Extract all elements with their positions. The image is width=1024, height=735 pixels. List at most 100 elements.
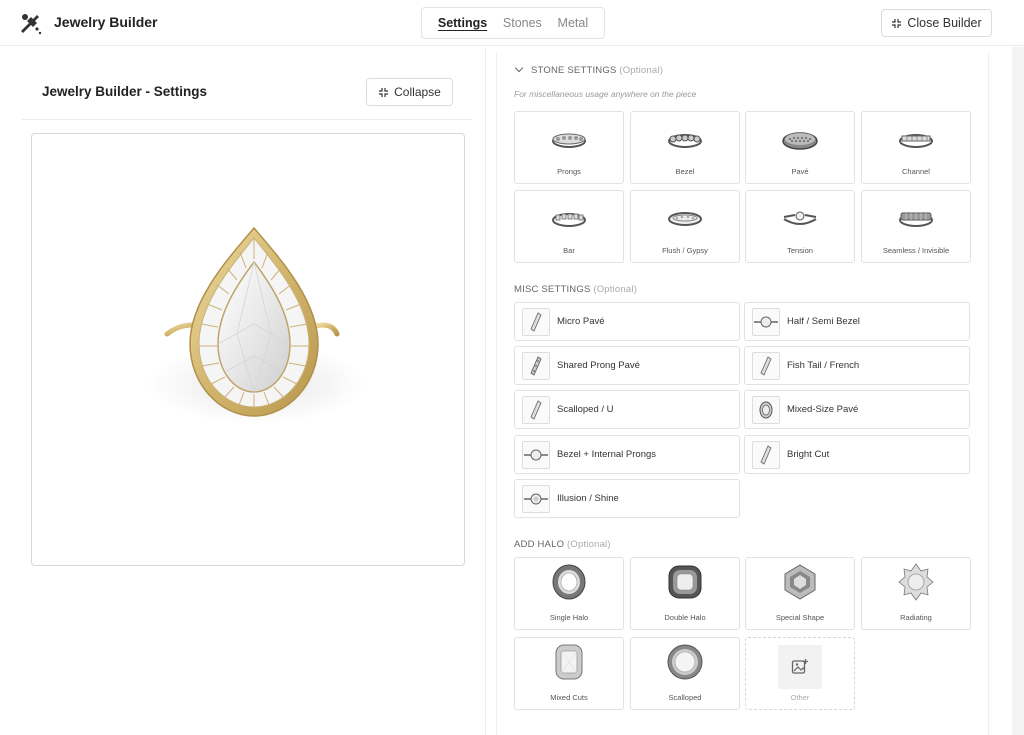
- misc-item-micro-pave[interactable]: Micro Pavé: [514, 302, 740, 341]
- tab-metal[interactable]: Metal: [558, 16, 589, 30]
- collapse-button[interactable]: Collapse: [366, 78, 453, 106]
- misc-item-label: Bright Cut: [787, 449, 830, 460]
- close-builder-label: Close Builder: [907, 16, 982, 30]
- stone-setting-bezel[interactable]: Bezel: [630, 111, 740, 184]
- halo-mixed-cuts-icon: [555, 644, 583, 680]
- misc-settings-header: MISC SETTINGS (Optional): [514, 284, 637, 295]
- misc-item-label: Illusion / Shine: [557, 493, 619, 504]
- halo-special-shape[interactable]: Special Shape: [745, 557, 855, 630]
- misc-item-bezel-internal-prongs[interactable]: Bezel + Internal Prongs: [514, 435, 740, 474]
- stone-setting-bar[interactable]: Bar: [514, 190, 624, 263]
- misc-settings-title: MISC SETTINGS: [514, 284, 591, 295]
- card-label: Tension: [787, 246, 813, 255]
- logo-icon: [17, 9, 45, 37]
- band-scalloped-icon: [530, 400, 542, 420]
- ring-channel-icon: [899, 134, 933, 148]
- halo-single[interactable]: Single Halo: [514, 557, 624, 630]
- stone-settings-header[interactable]: STONE SETTINGS (Optional): [514, 63, 664, 76]
- scrollbar[interactable]: [1012, 47, 1024, 735]
- misc-item-scalloped-u[interactable]: Scalloped / U: [514, 390, 740, 429]
- card-label: Flush / Gypsy: [662, 246, 708, 255]
- ring-bezel-icon: [754, 316, 778, 328]
- tab-settings[interactable]: Settings: [438, 16, 487, 30]
- stone-setting-seamless[interactable]: Seamless / Invisible: [861, 190, 971, 263]
- misc-item-illusion-shine[interactable]: Illusion / Shine: [514, 479, 740, 518]
- optional-label: (Optional): [593, 284, 638, 295]
- card-label: Single Halo: [549, 613, 589, 622]
- stone-setting-prongs[interactable]: Prongs: [514, 111, 624, 184]
- chevron-down-icon: [514, 63, 524, 73]
- misc-item-label: Mixed-Size Pavé: [787, 404, 859, 415]
- tab-stones[interactable]: Stones: [503, 16, 542, 30]
- halo-scalloped[interactable]: Scalloped: [630, 637, 740, 710]
- ring-bezel-icon: [524, 449, 548, 461]
- stone-settings-title: STONE SETTINGS: [531, 65, 617, 76]
- stone-setting-tension[interactable]: Tension: [745, 190, 855, 263]
- shrink-icon: [379, 87, 389, 97]
- halo-radiating-icon: [898, 563, 934, 601]
- ring-preview: [31, 133, 465, 566]
- add-image-icon: [791, 659, 808, 674]
- close-builder-button[interactable]: Close Builder: [881, 9, 992, 37]
- builder-tabs: Settings Stones Metal: [421, 7, 605, 39]
- band-brightcut-icon: [760, 445, 772, 465]
- card-label: Radiating: [900, 613, 932, 622]
- ring-tension-icon: [783, 211, 817, 225]
- ring-image: [147, 226, 367, 424]
- band-fishtail-icon: [760, 356, 772, 376]
- misc-item-bright-cut[interactable]: Bright Cut: [744, 435, 970, 474]
- stone-setting-flush-gypsy[interactable]: Flush / Gypsy: [630, 190, 740, 263]
- ring-flush-icon: [668, 212, 702, 226]
- misc-item-label: Bezel + Internal Prongs: [557, 449, 657, 460]
- halo-radiating[interactable]: Radiating: [861, 557, 971, 630]
- preview-panel: Jewelry Builder - Settings Collapse: [0, 47, 486, 735]
- card-label: Other: [790, 693, 810, 702]
- panel-title: Jewelry Builder - Settings: [42, 84, 208, 99]
- band-pave-icon: [530, 312, 542, 332]
- halo-mixed-icon: [759, 401, 773, 419]
- misc-item-label: Fish Tail / French: [787, 360, 860, 371]
- halo-scalloped-icon: [667, 644, 703, 680]
- misc-item-label: Shared Prong Pavé: [557, 360, 640, 371]
- card-label: Seamless / Invisible: [882, 246, 950, 255]
- card-label: Channel: [902, 167, 930, 176]
- misc-item-mixed-size-pave[interactable]: Mixed-Size Pavé: [744, 390, 970, 429]
- optional-label: (Optional): [619, 65, 664, 76]
- halo-single-icon: [552, 564, 586, 600]
- halo-hexagon-icon: [784, 564, 816, 600]
- halo-other[interactable]: Other: [745, 637, 855, 710]
- misc-item-label: Half / Semi Bezel: [787, 316, 860, 327]
- ring-bar-icon: [552, 213, 586, 227]
- card-label: Mixed Cuts: [550, 693, 588, 702]
- misc-item-label: Scalloped / U: [557, 404, 614, 415]
- card-label: Pavé: [791, 167, 809, 176]
- halo-mixed-cuts[interactable]: Mixed Cuts: [514, 637, 624, 710]
- ring-pave-icon: [782, 132, 818, 150]
- ring-prongs-icon: [552, 133, 586, 148]
- misc-item-shared-prong-pave[interactable]: Shared Prong Pavé: [514, 346, 740, 385]
- shrink-icon: [892, 18, 902, 28]
- app-title: Jewelry Builder: [54, 14, 158, 30]
- misc-item-fish-tail[interactable]: Fish Tail / French: [744, 346, 970, 385]
- card-label: Prongs: [557, 167, 581, 176]
- ring-illusion-icon: [524, 493, 548, 505]
- top-bar: Jewelry Builder Settings Stones Metal Cl…: [0, 0, 1024, 46]
- stone-setting-pave[interactable]: Pavé: [745, 111, 855, 184]
- collapse-label: Collapse: [394, 85, 441, 99]
- card-label: Bezel: [675, 167, 695, 176]
- card-label: Double Halo: [664, 613, 706, 622]
- misc-item-half-semi-bezel[interactable]: Half / Semi Bezel: [744, 302, 970, 341]
- divider: [22, 119, 472, 120]
- card-label: Scalloped: [668, 693, 702, 702]
- add-halo-title: ADD HALO: [514, 539, 565, 550]
- band-prong-icon: [530, 356, 542, 376]
- stone-settings-note: For miscellaneous usage anywhere on the …: [514, 89, 697, 99]
- ring-seamless-icon: [899, 212, 933, 227]
- card-label: Bar: [563, 246, 575, 255]
- optional-label: (Optional): [567, 539, 611, 550]
- halo-double[interactable]: Double Halo: [630, 557, 740, 630]
- halo-double-icon: [668, 565, 702, 599]
- stone-setting-channel[interactable]: Channel: [861, 111, 971, 184]
- ring-bezel-icon: [668, 134, 702, 148]
- card-label: Special Shape: [775, 613, 825, 622]
